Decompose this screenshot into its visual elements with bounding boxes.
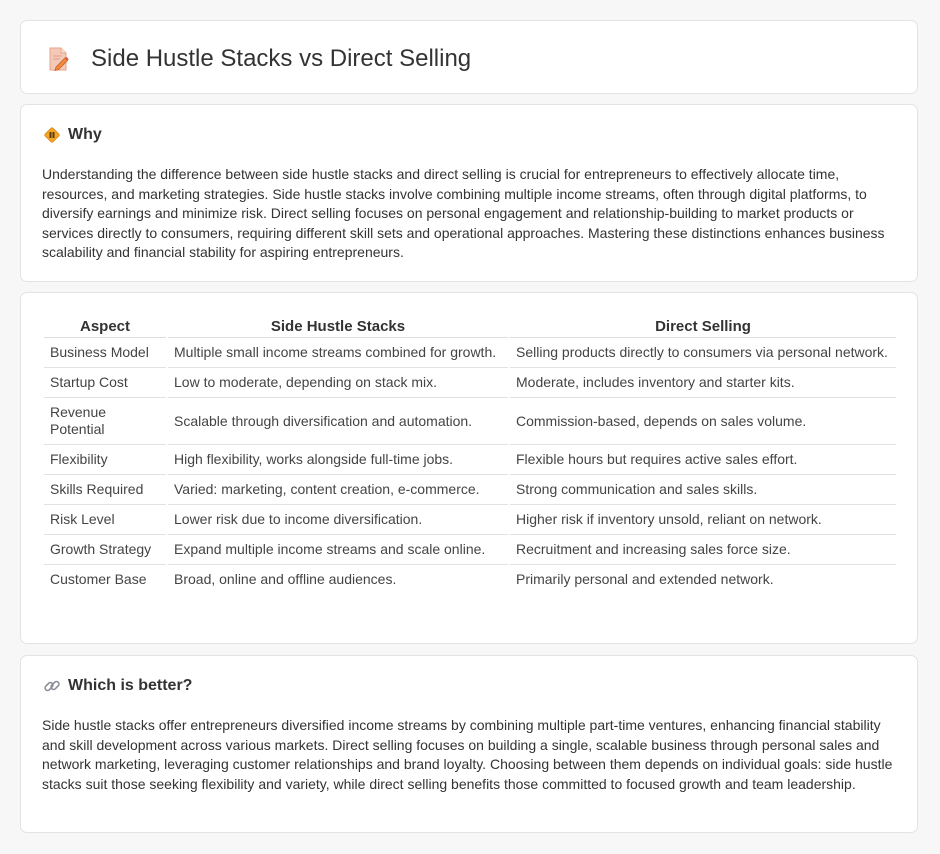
aspect-cell: Skills Required	[44, 475, 166, 505]
direct-selling-cell: Moderate, includes inventory and starter…	[510, 368, 896, 398]
side-hustle-cell: Multiple small income streams combined f…	[168, 338, 508, 368]
side-hustle-cell: Expand multiple income streams and scale…	[168, 535, 508, 565]
better-card: Which is better? Side hustle stacks offe…	[20, 655, 918, 833]
table-row: Business Model Multiple small income str…	[44, 338, 896, 368]
better-title: Which is better?	[68, 677, 193, 694]
table-row: Risk Level Lower risk due to income dive…	[44, 505, 896, 535]
table-header-row: Aspect Side Hustle Stacks Direct Selling	[44, 315, 896, 338]
header-direct-selling: Direct Selling	[510, 315, 896, 338]
better-heading: Which is better?	[43, 677, 192, 695]
better-text: Side hustle stacks offer entrepreneurs d…	[42, 717, 893, 792]
side-hustle-cell: Scalable through diversification and aut…	[168, 398, 508, 445]
aspect-cell: Flexibility	[44, 445, 166, 475]
diamond-sign-icon	[43, 126, 61, 144]
side-hustle-cell: Low to moderate, depending on stack mix.	[168, 368, 508, 398]
side-hustle-cell: Lower risk due to income diversification…	[168, 505, 508, 535]
table-row: Startup Cost Low to moderate, depending …	[44, 368, 896, 398]
title-row: Side Hustle Stacks vs Direct Selling	[47, 45, 471, 73]
aspect-cell: Startup Cost	[44, 368, 166, 398]
direct-selling-cell: Commission-based, depends on sales volum…	[510, 398, 896, 445]
why-title: Why	[68, 126, 102, 143]
side-hustle-cell: Broad, online and offline audiences.	[174, 571, 397, 587]
aspect-cell: Growth Strategy	[44, 535, 166, 565]
side-hustle-cell: High flexibility, works alongside full-t…	[168, 445, 508, 475]
direct-selling-cell: Primarily personal and extended network.	[516, 571, 774, 587]
aspect-cell: Revenue Potential	[44, 398, 166, 445]
direct-selling-cell: Recruitment and increasing sales force s…	[510, 535, 896, 565]
aspect-cell: Risk Level	[44, 505, 166, 535]
table-row: Customer Base Broad, online and offline …	[44, 565, 896, 594]
table-row: Flexibility High flexibility, works alon…	[44, 445, 896, 475]
aspect-cell: Customer Base	[50, 571, 147, 587]
direct-selling-cell: Higher risk if inventory unsold, reliant…	[510, 505, 896, 535]
table-row: Skills Required Varied: marketing, conte…	[44, 475, 896, 505]
direct-selling-cell: Strong communication and sales skills.	[510, 475, 896, 505]
header-card: Side Hustle Stacks vs Direct Selling	[20, 20, 918, 94]
table-row: Growth Strategy Expand multiple income s…	[44, 535, 896, 565]
aspect-cell: Business Model	[44, 338, 166, 368]
side-hustle-cell: Varied: marketing, content creation, e-c…	[168, 475, 508, 505]
table-row: Revenue Potential Scalable through diver…	[44, 398, 896, 445]
document-pencil-icon	[47, 46, 71, 72]
direct-selling-cell: Flexible hours but requires active sales…	[510, 445, 896, 475]
link-icon	[43, 677, 61, 695]
comparison-card: Aspect Side Hustle Stacks Direct Selling…	[20, 292, 918, 644]
page-title: Side Hustle Stacks vs Direct Selling	[91, 45, 472, 72]
direct-selling-cell: Selling products directly to consumers v…	[510, 338, 896, 368]
why-card: Why Understanding the difference between…	[20, 104, 918, 282]
why-heading: Why	[43, 126, 102, 144]
header-side-hustle: Side Hustle Stacks	[168, 315, 508, 338]
why-text: Understanding the difference between sid…	[42, 166, 885, 261]
comparison-table: Aspect Side Hustle Stacks Direct Selling…	[42, 315, 898, 594]
header-aspect: Aspect	[44, 315, 166, 338]
